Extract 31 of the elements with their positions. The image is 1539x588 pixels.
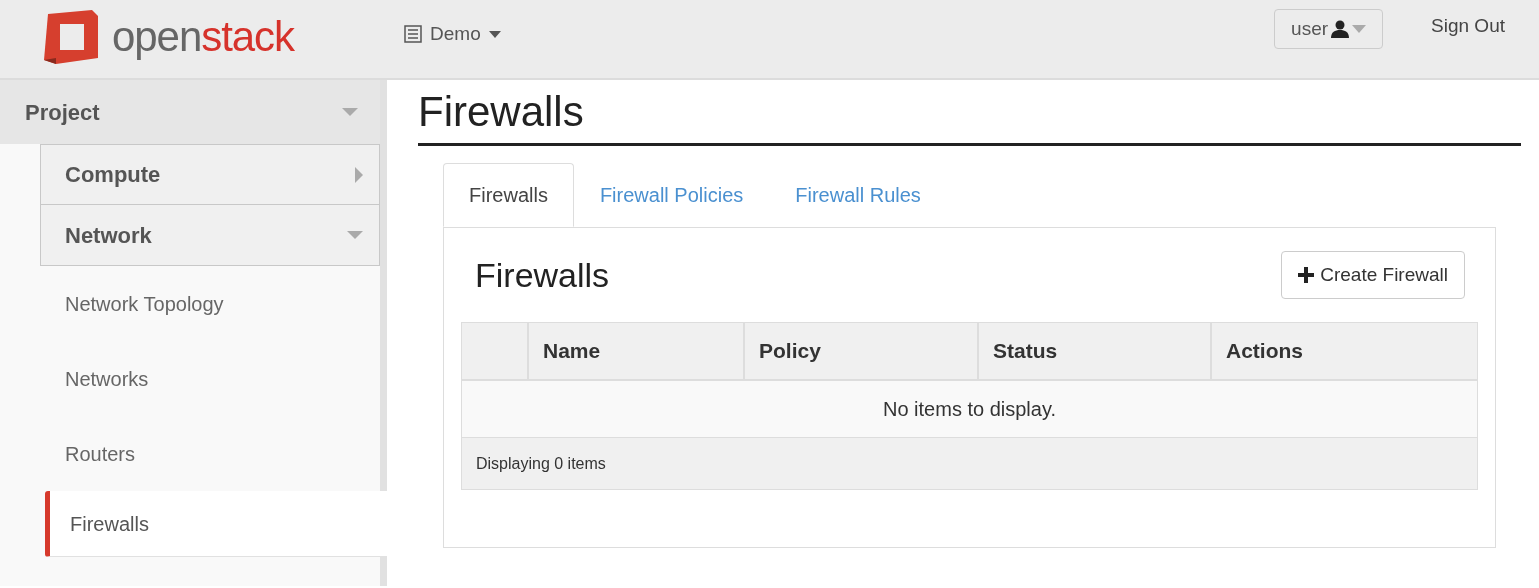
user-dropdown[interactable]: user [1274,9,1384,49]
column-header: Actions [1225,338,1304,365]
tab[interactable]: Firewall Policies [573,163,770,227]
caret-icon [488,30,501,38]
nav-item[interactable]: Network Topology [0,266,380,341]
caret-icon [1352,25,1367,33]
project-menu-header[interactable]: Project [0,80,380,144]
caret-icon [347,231,363,239]
nav-item[interactable]: Firewalls [45,491,387,557]
panel-header[interactable]: Network [40,205,380,266]
column-header: Policy [745,323,979,379]
empty-message: No items to display. [462,381,1477,438]
nav-item[interactable]: Networks [0,341,380,416]
caret-icon [355,166,363,183]
page-title: Firewalls [418,90,584,133]
caret-icon [342,108,358,116]
sign-out-link[interactable]: Sign Out [1431,12,1505,41]
logo-text: openstack [112,12,294,62]
user-icon [1331,20,1350,38]
column-header: Name [529,323,745,379]
list-icon [404,25,422,44]
panel-title: Firewalls [475,254,610,296]
panel-header[interactable]: Compute [40,144,380,205]
tab[interactable]: Firewall Rules [769,163,947,227]
create-firewall-button[interactable]: Create Firewall [1281,251,1465,299]
table-footer: Displaying 0 items [462,438,1477,489]
project-dropdown[interactable]: Demo [404,20,501,49]
nav-item[interactable]: Routers [0,416,380,491]
plus-icon [1298,267,1315,283]
tab[interactable]: Firewalls [443,163,574,227]
column-header: Status [979,323,1212,379]
